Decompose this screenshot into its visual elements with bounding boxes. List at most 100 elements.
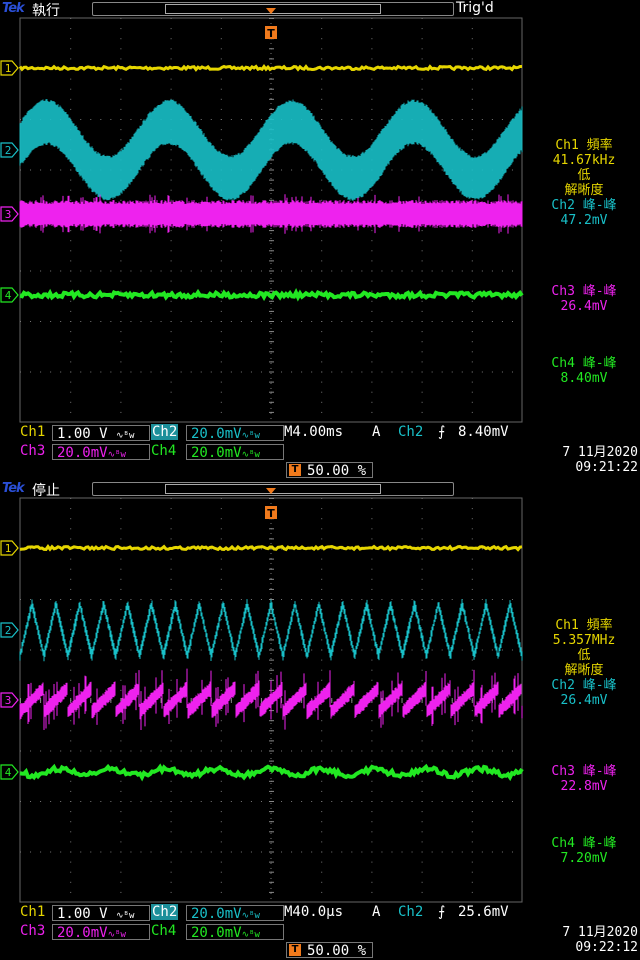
ch1-measure-note: 解晰度 bbox=[564, 183, 604, 198]
svg-text:1: 1 bbox=[5, 62, 12, 75]
trigger-marker-label: T bbox=[267, 507, 275, 520]
coupling-icon: ∿ᴮw bbox=[241, 930, 260, 940]
ch4-label: Ch4 bbox=[151, 443, 177, 459]
capture-date: 7 11月2020 bbox=[562, 445, 638, 460]
coupling-icon: ∿ᴮw bbox=[107, 930, 126, 940]
svg-text:1: 1 bbox=[5, 542, 12, 555]
ch1-label: Ch1 bbox=[20, 904, 46, 920]
ch2-ground-marker[interactable]: 2 bbox=[0, 142, 19, 158]
ch2-measure-label: Ch2 峰-峰 bbox=[551, 678, 617, 693]
measurement-ch3: Ch3 峰-峰 22.8mV bbox=[528, 764, 640, 794]
trigger-slope-icon: ⨍ bbox=[438, 424, 446, 440]
ch1-scale[interactable]: 1.00 V ∿ᴮw bbox=[52, 425, 150, 442]
ch2-scale-value: 20.0mV bbox=[191, 426, 242, 442]
ch3-measure-value: 22.8mV bbox=[560, 779, 608, 794]
ch1-scale[interactable]: 1.00 V ∿ᴮw bbox=[52, 905, 150, 922]
ch1-scale-value: 1.00 V bbox=[57, 426, 108, 442]
ch1-measure-label: Ch1 頻率 bbox=[555, 618, 613, 633]
ch2-label: Ch2 bbox=[151, 904, 179, 920]
ch4-ground-marker[interactable]: 4 bbox=[0, 764, 19, 780]
svg-text:4: 4 bbox=[5, 289, 12, 302]
ch3-scale[interactable]: 20.0mV∿ᴮw bbox=[52, 444, 150, 461]
coupling-icon: ∿ᴮw bbox=[241, 431, 260, 441]
timebase[interactable]: M4.00ms bbox=[284, 424, 343, 441]
measurement-ch3: Ch3 峰-峰 26.4mV bbox=[528, 284, 640, 314]
ch4-scale[interactable]: 20.0mV∿ᴮw bbox=[186, 444, 284, 461]
trigger-position[interactable]: T 50.00 % bbox=[286, 462, 374, 479]
ch3-measure-label: Ch3 峰-峰 bbox=[551, 284, 617, 299]
coupling-icon: ∿ᴮw bbox=[116, 911, 135, 921]
capture-time: 09:22:12 bbox=[575, 940, 638, 955]
ch4-measure-value: 7.20mV bbox=[560, 851, 608, 866]
capture-time: 09:21:22 bbox=[575, 460, 638, 475]
ch2-scale-value: 20.0mV bbox=[191, 906, 242, 922]
svg-text:3: 3 bbox=[5, 694, 12, 707]
ch4-scale-value: 20.0mV bbox=[191, 925, 242, 941]
ch4-measure-value: 8.40mV bbox=[560, 371, 608, 386]
ch3-ground-marker[interactable]: 3 bbox=[0, 692, 19, 708]
trigger-level[interactable]: 25.6mV bbox=[458, 904, 509, 921]
measurement-ch4: Ch4 峰-峰 7.20mV bbox=[528, 836, 640, 866]
coupling-icon: ∿ᴮw bbox=[241, 450, 260, 460]
ch1-ground-marker[interactable]: 1 bbox=[0, 540, 19, 556]
trigger-position[interactable]: T 50.00 % bbox=[286, 942, 374, 959]
coupling-icon: ∿ᴮw bbox=[241, 911, 260, 921]
ch3-label: Ch3 bbox=[20, 443, 46, 459]
trigger-slope-icon: ⨍ bbox=[438, 904, 446, 920]
ch1-label: Ch1 bbox=[20, 424, 46, 440]
ch4-measure-label: Ch4 峰-峰 bbox=[551, 836, 617, 851]
ch2-trace bbox=[19, 99, 523, 201]
ch1-measure-note: 低 bbox=[577, 648, 591, 663]
ch2-scale[interactable]: 20.0mV∿ᴮw bbox=[186, 425, 284, 442]
ch4-scale[interactable]: 20.0mV∿ᴮw bbox=[186, 924, 284, 941]
ch4-label: Ch4 bbox=[151, 923, 177, 939]
ch1-measure-label: Ch1 頻率 bbox=[555, 138, 613, 153]
measurement-ch4: Ch4 峰-峰 8.40mV bbox=[528, 356, 640, 386]
scope-capture-2: Tek 停止 T1234 Ch1 頻率 5.357MHz 低 解晰度 Ch2 峰… bbox=[0, 480, 640, 960]
acquire-mode: A bbox=[372, 424, 381, 440]
waveform-display: T 1 2 3 4 bbox=[0, 488, 524, 903]
svg-text:2: 2 bbox=[5, 144, 12, 157]
ch2-ground-marker[interactable]: 2 bbox=[0, 622, 19, 638]
ch1-measure-note: 低 bbox=[577, 168, 591, 183]
ch2-measure-value: 47.2mV bbox=[560, 213, 608, 228]
ch1-measure-value: 41.67kHz bbox=[552, 153, 616, 168]
acquire-mode: A bbox=[372, 904, 381, 920]
ch2-measure-label: Ch2 峰-峰 bbox=[551, 198, 617, 213]
svg-text:2: 2 bbox=[5, 624, 12, 637]
trigger-source[interactable]: Ch2 bbox=[398, 904, 423, 921]
coupling-icon: ∿ᴮw bbox=[116, 431, 135, 441]
scope-capture-1: Tek 執行 Trig'd T1234 Ch1 頻率 41.67kHz 低 解晰… bbox=[0, 0, 640, 480]
ch4-trace bbox=[19, 763, 524, 782]
capture-date: 7 11月2020 bbox=[562, 925, 638, 940]
ch1-trace bbox=[18, 64, 523, 72]
ch2-scale[interactable]: 20.0mV∿ᴮw bbox=[186, 905, 284, 922]
ch3-label: Ch3 bbox=[20, 923, 46, 939]
waveform-display: T 1 2 3 4 bbox=[0, 8, 524, 423]
trigger-badge-icon: T bbox=[289, 464, 301, 476]
ch4-measure-label: Ch4 峰-峰 bbox=[551, 356, 617, 371]
ch1-scale-value: 1.00 V bbox=[57, 906, 108, 922]
ch4-ground-marker[interactable]: 4 bbox=[0, 287, 19, 303]
ch3-measure-value: 26.4mV bbox=[560, 299, 608, 314]
timebase[interactable]: M40.0µs bbox=[284, 904, 343, 921]
trigger-source[interactable]: Ch2 bbox=[398, 424, 423, 441]
trigger-badge-icon: T bbox=[289, 944, 301, 956]
svg-text:3: 3 bbox=[5, 208, 12, 221]
svg-text:4: 4 bbox=[5, 766, 12, 779]
coupling-icon: ∿ᴮw bbox=[107, 450, 126, 460]
measurement-panel: Ch1 頻率 5.357MHz 低 解晰度 Ch2 峰-峰 26.4mV bbox=[528, 618, 640, 708]
ch3-scale[interactable]: 20.0mV∿ᴮw bbox=[52, 924, 150, 941]
trigger-marker-label: T bbox=[267, 27, 275, 40]
ch1-ground-marker[interactable]: 1 bbox=[0, 60, 19, 76]
trigger-level[interactable]: 8.40mV bbox=[458, 424, 509, 441]
ch3-scale-value: 20.0mV bbox=[57, 925, 108, 941]
ch3-measure-label: Ch3 峰-峰 bbox=[551, 764, 617, 779]
ch2-measure-value: 26.4mV bbox=[560, 693, 608, 708]
ch1-measure-value: 5.357MHz bbox=[552, 633, 616, 648]
ch2-label: Ch2 bbox=[151, 424, 179, 440]
ch4-scale-value: 20.0mV bbox=[191, 445, 242, 461]
ch3-ground-marker[interactable]: 3 bbox=[0, 206, 19, 222]
measurement-panel: Ch1 頻率 41.67kHz 低 解晰度 Ch2 峰-峰 47.2mV bbox=[528, 138, 640, 228]
trigger-position-value: 50.00 % bbox=[307, 463, 367, 479]
